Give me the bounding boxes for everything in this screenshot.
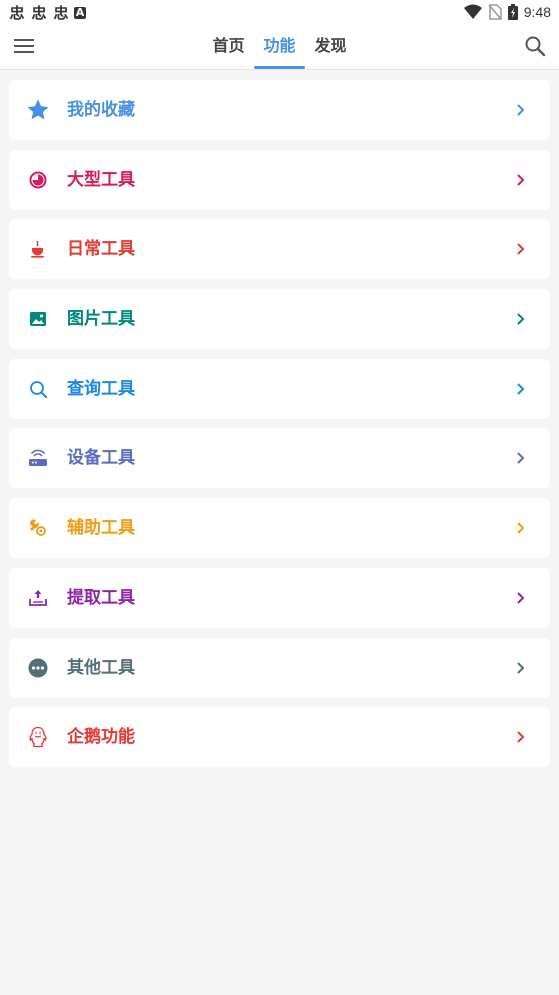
- category-label: 提取工具: [67, 587, 135, 608]
- wifi-icon: [463, 4, 482, 19]
- chevron-right-icon: [517, 592, 525, 604]
- chevron-right-icon: [517, 173, 525, 186]
- chevron-right-icon: [517, 731, 525, 743]
- chevron-right-icon: [517, 243, 525, 256]
- status-notifications: 忠 忠 忠 A: [8, 2, 86, 23]
- notification-icon: 忠: [53, 4, 69, 22]
- tab-functions[interactable]: 功能: [254, 24, 305, 69]
- menu-icon[interactable]: [12, 34, 36, 58]
- category-item-favorites[interactable]: 我的收藏: [9, 80, 550, 140]
- category-label: 其他工具: [67, 657, 135, 678]
- category-label: 大型工具: [67, 169, 135, 190]
- category-item-large-tools[interactable]: 大型工具: [9, 149, 550, 210]
- star-icon: [27, 99, 49, 120]
- chevron-right-icon: [517, 383, 525, 395]
- status-indicators: 9:48: [463, 2, 551, 22]
- search-icon: [30, 380, 47, 398]
- category-item-other-tools[interactable]: 其他工具: [9, 637, 550, 698]
- cup-icon: [31, 241, 44, 258]
- status-time: 9:48: [523, 4, 551, 20]
- chevron-right-icon: [517, 661, 525, 674]
- chevron-right-icon: [517, 522, 525, 534]
- penguin-icon: [29, 727, 47, 748]
- extract-icon: [29, 589, 47, 606]
- category-item-query-tools[interactable]: 查询工具: [9, 358, 550, 419]
- status-bar: 忠 忠 忠 A 9:48: [0, 0, 559, 24]
- router-icon: [29, 450, 47, 467]
- app-bar: 首页 功能 发现: [0, 24, 559, 70]
- chevron-right-icon: [517, 104, 525, 116]
- category-item-extract-tools[interactable]: 提取工具: [9, 567, 550, 628]
- chevron-right-icon: [517, 313, 525, 325]
- category-label: 辅助工具: [67, 518, 135, 539]
- category-item-daily-tools[interactable]: 日常工具: [9, 219, 550, 280]
- image-icon: [30, 312, 46, 327]
- category-item-image-tools[interactable]: 图片工具: [9, 289, 550, 350]
- no-sim-icon: [488, 4, 502, 20]
- more-icon: [28, 658, 48, 677]
- tab-discover[interactable]: 发现: [305, 24, 356, 69]
- battery-charging-icon: [507, 4, 518, 20]
- notification-icon: 忠: [31, 4, 47, 22]
- notification-a-icon: A: [74, 5, 86, 19]
- category-label: 查询工具: [67, 378, 135, 399]
- category-label: 日常工具: [67, 239, 135, 260]
- category-item-penguin-functions[interactable]: 企鹅功能: [9, 707, 550, 768]
- category-label: 图片工具: [67, 309, 135, 330]
- category-list: 我的收藏 大型工具 日常工具 图片工具 查询工具 设备工具 辅助工具 提取工具 …: [9, 80, 550, 777]
- category-label: 我的收藏: [67, 100, 135, 120]
- chevron-right-icon: [517, 452, 525, 465]
- tab-bar: 首页 功能 发现: [203, 24, 356, 69]
- notification-icon: 忠: [9, 4, 25, 22]
- category-label: 设备工具: [67, 448, 135, 469]
- search-icon[interactable]: [523, 34, 547, 58]
- category-label: 企鹅功能: [67, 727, 135, 748]
- tools-icon: [29, 519, 46, 537]
- tab-home[interactable]: 首页: [203, 24, 254, 69]
- category-item-device-tools[interactable]: 设备工具: [9, 428, 550, 489]
- category-item-helper-tools[interactable]: 辅助工具: [9, 498, 550, 559]
- gauge-icon: [29, 171, 47, 189]
